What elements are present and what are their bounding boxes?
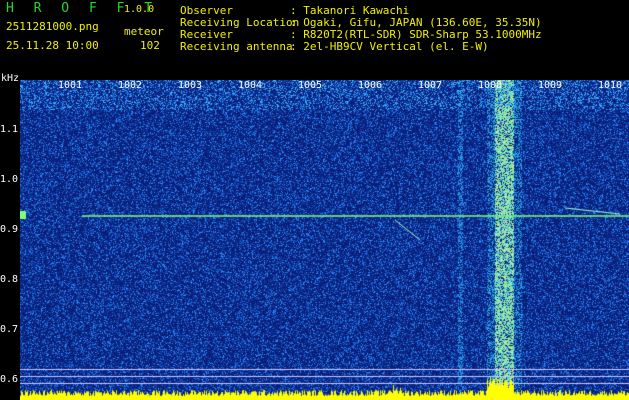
y-tick-label: 0.8 — [0, 274, 19, 285]
y-tick-label: 1.0 — [0, 174, 19, 185]
app-version: 1.0.0 — [124, 4, 155, 15]
y-tick-label: 0.7 — [0, 324, 19, 335]
x-tick-label: 1005 — [297, 80, 323, 91]
file-name: 2511281000.png — [6, 20, 99, 33]
date-time: 25.11.28 10:00 — [6, 39, 99, 52]
x-tick-label: 1003 — [177, 80, 203, 91]
x-tick-label: 1004 — [237, 80, 263, 91]
x-tick-label: 1001 — [57, 80, 83, 91]
x-tick-label: 1008 — [477, 80, 503, 91]
antenna-value: : 2el-HB9CV Vertical (el. E-W) — [290, 40, 489, 53]
header-panel: H R O F F T 1.0.0 2511281000.png meteor … — [0, 0, 629, 78]
echo-count: 102 — [140, 39, 160, 52]
x-tick-label: 1006 — [357, 80, 383, 91]
x-tick-label: 1010 — [597, 80, 623, 91]
y-tick-label: 0.9 — [0, 224, 19, 235]
antenna-label: Receiving antenna — [180, 40, 293, 53]
y-axis: kHz 1.1 1.0 0.9 0.8 0.7 0.6 — [0, 74, 20, 400]
spectrogram-canvas — [20, 80, 629, 400]
mode-label: meteor — [124, 25, 164, 38]
x-tick-label: 1002 — [117, 80, 143, 91]
y-tick-label: 0.6 — [0, 374, 19, 385]
x-tick-label: 1009 — [537, 80, 563, 91]
y-tick-label: 1.1 — [0, 124, 19, 135]
spectrogram-plot: 1001 1002 1003 1004 1005 1006 1007 1008 … — [20, 80, 629, 400]
y-axis-unit: kHz — [1, 73, 20, 84]
x-tick-label: 1007 — [417, 80, 443, 91]
